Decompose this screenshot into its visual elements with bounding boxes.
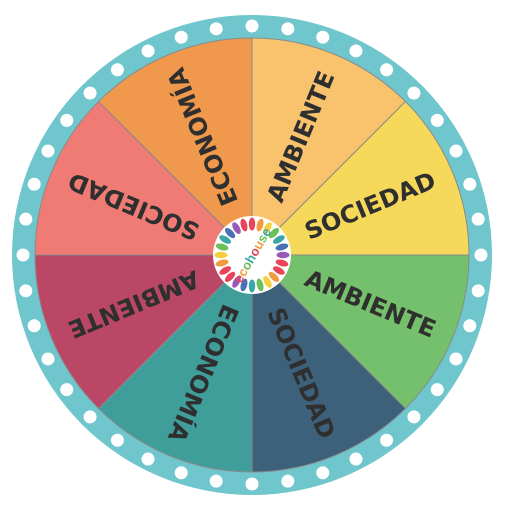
rim-dot bbox=[19, 212, 33, 226]
rim-dot bbox=[174, 30, 188, 44]
rim-dot bbox=[430, 383, 444, 397]
rim-dot bbox=[281, 22, 295, 36]
rim-dot bbox=[83, 410, 97, 424]
rim-dot bbox=[449, 352, 463, 366]
rim-dot bbox=[19, 284, 33, 298]
rim-dot bbox=[474, 248, 488, 262]
rim-dot bbox=[407, 410, 421, 424]
rim-dot bbox=[380, 63, 394, 77]
rim-dot bbox=[349, 452, 363, 466]
ecohouse-logo: ecohouse bbox=[213, 216, 291, 294]
rim-dot bbox=[16, 248, 30, 262]
rim-dot bbox=[83, 86, 97, 100]
rim-dot bbox=[60, 113, 74, 127]
rim-dot bbox=[380, 433, 394, 447]
rim-dot bbox=[245, 19, 259, 33]
rim-dot bbox=[430, 113, 444, 127]
rim-dot bbox=[41, 144, 55, 158]
rim-dot bbox=[141, 452, 155, 466]
rim-dot bbox=[27, 177, 41, 191]
rim-dot bbox=[209, 22, 223, 36]
rim-dot bbox=[41, 352, 55, 366]
logo-petal bbox=[276, 251, 290, 259]
rim-dot bbox=[463, 177, 477, 191]
rim-dot bbox=[110, 63, 124, 77]
rim-dot bbox=[209, 474, 223, 488]
rim-dot bbox=[449, 144, 463, 158]
rim-dot bbox=[316, 30, 330, 44]
spin-wheel[interactable]: AMBIENTESOCIEDADAMBIENTESOCIEDADECONOMÍA… bbox=[0, 0, 505, 509]
logo-petal bbox=[248, 279, 256, 293]
rim-dot bbox=[245, 477, 259, 491]
rim-dot bbox=[60, 383, 74, 397]
logo-petal bbox=[214, 251, 228, 259]
rim-dot bbox=[316, 466, 330, 480]
rim-dot bbox=[174, 466, 188, 480]
rim-dot bbox=[281, 474, 295, 488]
rim-dot bbox=[463, 319, 477, 333]
logo-petal bbox=[248, 217, 256, 231]
rim-dot bbox=[471, 284, 485, 298]
rim-dot bbox=[407, 86, 421, 100]
rim-dot bbox=[27, 319, 41, 333]
rim-dot bbox=[141, 44, 155, 58]
rim-dot bbox=[471, 212, 485, 226]
rim-dot bbox=[349, 44, 363, 58]
rim-dot bbox=[110, 433, 124, 447]
